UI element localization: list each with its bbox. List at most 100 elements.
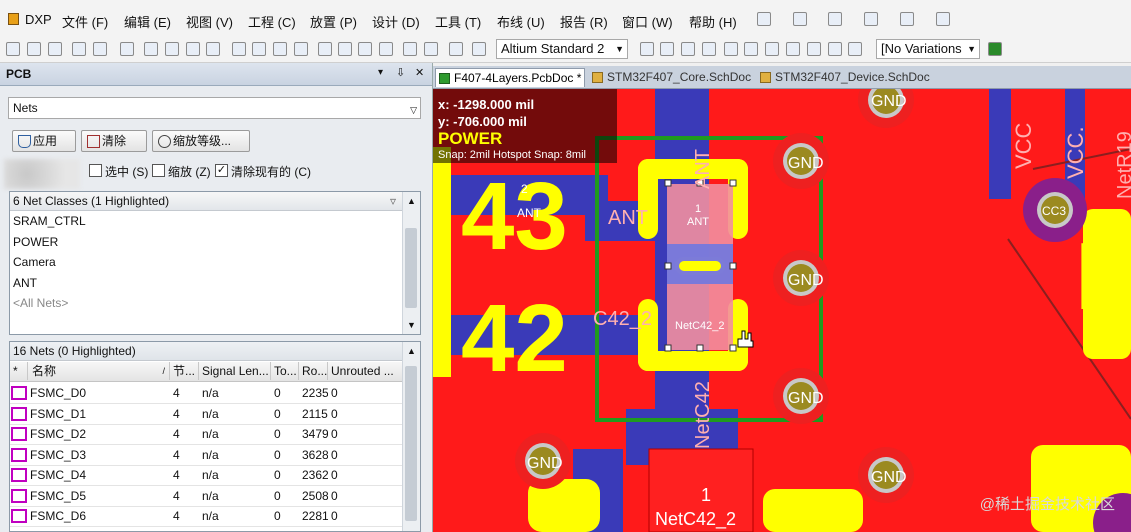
column-header-routed[interactable]: Ro... [299,362,328,380]
handle[interactable] [664,344,672,352]
open-folder-icon[interactable] [27,42,41,56]
table-row[interactable]: FSMC_D5 4 n/a 0 2508 0 [10,486,405,507]
board-insight-icon[interactable] [988,42,1002,56]
menu-view[interactable]: 视图 (V) [186,12,233,31]
apply-button[interactable]: 应用 [12,130,76,152]
scrollbar-thumb[interactable] [405,228,417,308]
tab-core-schdoc[interactable]: STM32F407_Core.SchDoc [589,68,755,87]
menu-reports[interactable]: 报告 (R) [560,12,608,31]
pcb-canvas[interactable]: GND GND GND GND GND GND CC3 43 42 B ANT … [433,89,1131,532]
nets-scrollbar[interactable]: ▲ [402,342,420,531]
column-header-unrouted[interactable]: Unrouted ... [328,362,405,380]
table-row[interactable]: FSMC_D0 4 n/a 0 2235 0 [10,383,405,404]
handle[interactable] [664,179,672,187]
align-icon[interactable] [793,12,807,26]
table-row[interactable]: FSMC_D3 4 n/a 0 3628 0 [10,445,405,466]
dimension-icon[interactable] [864,12,878,26]
move-icon[interactable] [338,42,352,56]
clear-existing-checkbox[interactable]: ✓ [215,164,228,177]
multi-route-icon[interactable] [702,42,716,56]
zoom-filter-icon[interactable] [186,42,200,56]
component-icon[interactable] [848,42,862,56]
arc-icon[interactable] [765,42,779,56]
list-item[interactable]: POWER [13,235,58,249]
via-icon[interactable] [744,42,758,56]
browse-icon[interactable] [472,42,486,56]
polygon-icon[interactable] [807,42,821,56]
list-item[interactable]: SRAM_CTRL [13,214,86,228]
handle[interactable] [729,262,737,270]
list-item[interactable]: ANT [13,276,37,290]
app-logo-icon[interactable] [8,13,19,25]
copy-icon[interactable] [252,42,266,56]
handle[interactable] [664,262,672,270]
text-icon[interactable] [828,12,842,26]
list-item[interactable]: <All Nets> [13,296,68,310]
zoom-checkbox[interactable] [152,164,165,177]
scroll-up-icon[interactable]: ▲ [407,196,416,206]
clear-filter-icon[interactable] [379,42,393,56]
zoom-area-icon[interactable] [144,42,158,56]
select-checkbox[interactable] [89,164,102,177]
pad-icon[interactable] [724,42,738,56]
select-area-icon[interactable] [318,42,332,56]
handle[interactable] [729,179,737,187]
list-item[interactable]: Camera [13,255,56,269]
save-icon[interactable] [48,42,62,56]
differential-pair-icon[interactable] [681,42,695,56]
fill-icon[interactable] [786,42,800,56]
undo-icon[interactable] [403,42,417,56]
menu-help[interactable]: 帮助 (H) [689,12,737,31]
column-header-signal-length[interactable]: Signal Len... [199,362,271,380]
rubber-stamp-icon[interactable] [294,42,308,56]
grid-icon[interactable] [936,12,950,26]
hatch-icon[interactable] [640,42,654,56]
paste-icon[interactable] [273,42,287,56]
panel-menu-icon[interactable]: ▾ [378,67,383,78]
tab-pcb-doc[interactable]: F407-4Layers.PcbDoc * [435,68,585,87]
room-icon[interactable] [900,12,914,26]
cross-probe-icon[interactable] [449,42,463,56]
handle[interactable] [729,344,737,352]
font-select[interactable]: Altium Standard 2 ▼ [496,39,628,59]
open-project-icon[interactable] [120,42,134,56]
menu-route[interactable]: 布线 (U) [497,12,545,31]
menu-dxp[interactable]: DXP [25,12,52,27]
table-row[interactable]: FSMC_D6 4 n/a 0 2281 0 [10,506,405,527]
route-icon[interactable] [660,42,674,56]
string-icon[interactable] [828,42,842,56]
interactive-route-icon[interactable] [757,12,771,26]
table-row[interactable]: FSMC_D4 4 n/a 0 2362 0 [10,465,405,486]
column-header-name[interactable]: 名称 / [28,362,170,380]
panel-mode-select[interactable]: Nets ▽ [8,97,421,119]
print-icon[interactable] [72,42,86,56]
pin-icon[interactable]: ⇩ [396,66,405,79]
menu-tools[interactable]: 工具 (T) [435,12,481,31]
column-header-star[interactable]: * [10,362,28,380]
net-classes-scrollbar[interactable]: ▲ ▼ [402,192,420,334]
filter-funnel-icon[interactable]: ▿ [390,192,396,210]
menu-file[interactable]: 文件 (F) [62,12,108,31]
handle[interactable] [696,344,704,352]
menu-design[interactable]: 设计 (D) [372,12,420,31]
scroll-up-icon[interactable]: ▲ [407,346,416,356]
menu-window[interactable]: 窗口 (W) [622,12,673,31]
scrollbar-thumb[interactable] [405,366,417,521]
deselect-icon[interactable] [358,42,372,56]
cut-icon[interactable] [232,42,246,56]
zoom-level-button[interactable]: 缩放等级... [152,130,250,152]
column-header-total[interactable]: To... [271,362,299,380]
column-header-nodes[interactable]: 节... [170,362,199,380]
new-file-icon[interactable] [6,42,20,56]
zoom-fit-icon[interactable] [206,42,220,56]
zoom-selected-icon[interactable] [165,42,179,56]
redo-icon[interactable] [424,42,438,56]
scroll-down-icon[interactable]: ▼ [407,320,416,330]
menu-project[interactable]: 工程 (C) [248,12,296,31]
table-row[interactable]: FSMC_D2 4 n/a 0 3479 0 [10,424,405,445]
tab-device-schdoc[interactable]: STM32F407_Device.SchDoc [757,68,933,87]
menu-place[interactable]: 放置 (P) [310,12,357,31]
clear-button[interactable]: 清除 [81,130,147,152]
variation-select[interactable]: [No Variations ▼ [876,39,980,59]
close-icon[interactable]: ✕ [415,66,424,79]
